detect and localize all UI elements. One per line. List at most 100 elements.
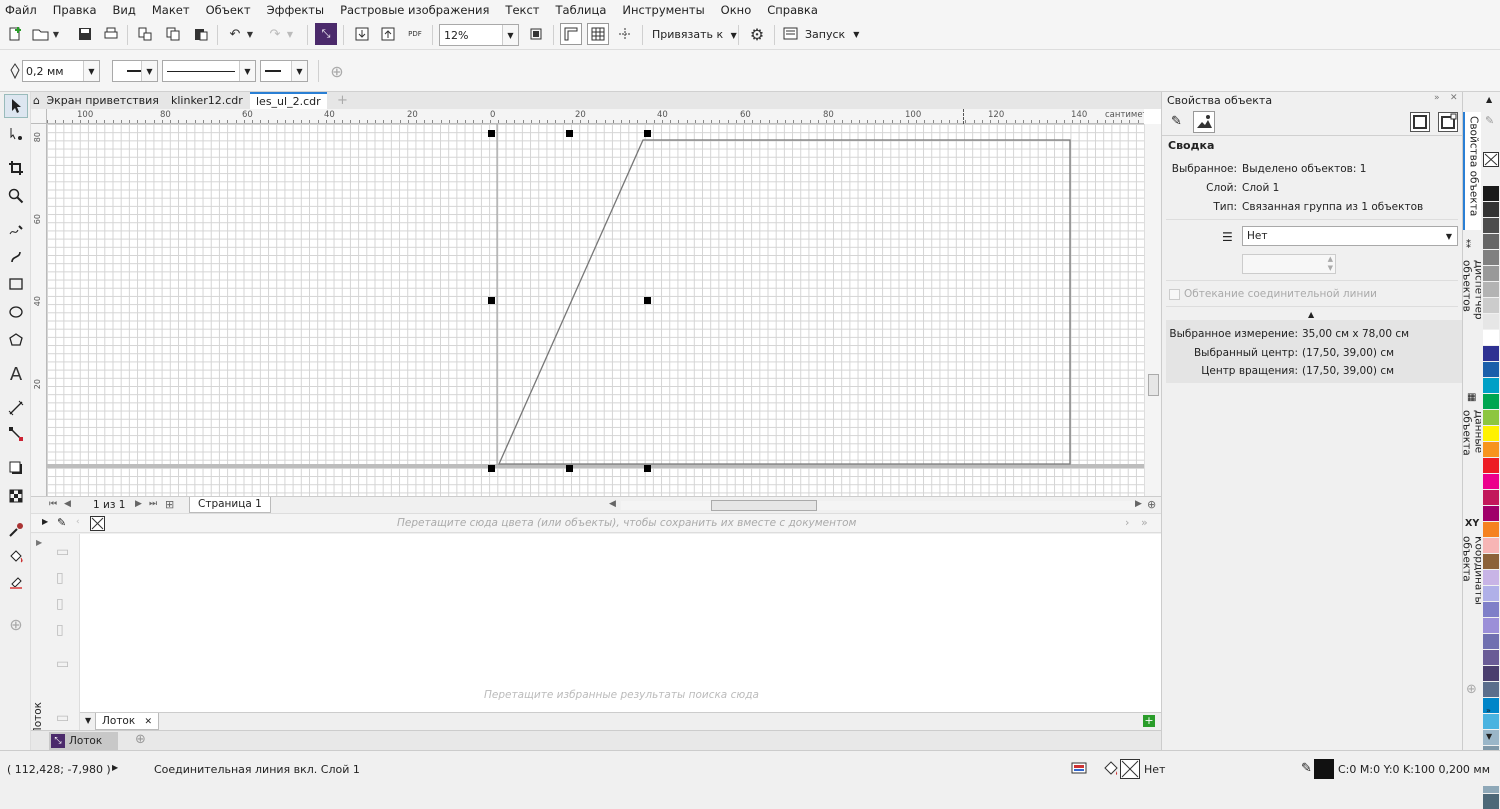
tray-docker-tab[interactable]: ⤡ Лоток xyxy=(49,732,118,750)
export-icon[interactable] xyxy=(377,23,399,45)
undo-icon[interactable]: ↶ xyxy=(224,23,246,45)
chevron-down-icon[interactable]: ▼ xyxy=(1441,227,1457,245)
palette-scroll-up-icon[interactable]: ▲ xyxy=(1486,95,1492,104)
menu-item[interactable]: Таблица xyxy=(548,0,615,20)
color-swatch[interactable] xyxy=(1483,346,1499,361)
tray-open-folder-icon[interactable]: ▭ xyxy=(56,544,69,560)
color-swatch[interactable] xyxy=(1483,314,1499,329)
first-page-icon[interactable]: ⏮ xyxy=(49,499,57,509)
color-swatch[interactable] xyxy=(1483,794,1499,809)
color-swatch[interactable] xyxy=(1483,202,1499,217)
zoom-level-combo[interactable]: 12% ▼ xyxy=(439,24,519,46)
launch-button[interactable]: Запуск ▼ xyxy=(783,27,859,41)
color-swatch[interactable] xyxy=(1483,522,1499,537)
vertical-ruler[interactable]: 80 60 40 20 xyxy=(31,124,47,496)
canvas-grid[interactable] xyxy=(47,124,1144,496)
menu-item[interactable]: Правка xyxy=(45,0,105,20)
side-tab-object-data[interactable]: Данные объекта xyxy=(1461,406,1485,500)
add-tool-icon[interactable]: ⊕ xyxy=(4,612,28,636)
menu-item[interactable]: Макет xyxy=(144,0,198,20)
color-swatch[interactable] xyxy=(1483,714,1499,729)
color-swatch[interactable] xyxy=(1483,266,1499,281)
eyedropper-icon[interactable]: ✎ xyxy=(57,516,66,529)
drop-shadow-tool-icon[interactable] xyxy=(4,456,28,480)
palette-scroll-left-icon[interactable]: ‹ xyxy=(76,517,80,527)
eyedropper-tool-icon[interactable] xyxy=(4,518,28,542)
color-swatch[interactable] xyxy=(1483,362,1499,377)
tab-welcome-screen[interactable]: ⌂ Экран приветствия xyxy=(31,92,165,109)
horizontal-scroll-thumb[interactable] xyxy=(711,500,817,511)
rectangle-tool-icon[interactable] xyxy=(4,272,28,296)
close-icon[interactable]: ✕ xyxy=(145,717,153,727)
freehand-tool-icon[interactable] xyxy=(4,218,28,242)
scroll-right-icon[interactable]: ▶ xyxy=(1135,499,1142,509)
corel-connect-icon[interactable]: ⤡ xyxy=(315,23,337,45)
menu-item[interactable]: Справка xyxy=(759,0,826,20)
docker-collapse-icon[interactable]: » xyxy=(1434,93,1440,103)
color-swatch[interactable] xyxy=(1483,218,1499,233)
text-wrap-dropdown[interactable]: Нет ▼ xyxy=(1242,226,1458,246)
tray-tab[interactable]: Лоток ✕ xyxy=(95,713,160,730)
color-swatch[interactable] xyxy=(1483,410,1499,425)
wrap-offset-spinner[interactable]: ▲ ▼ xyxy=(1242,254,1336,274)
color-swatch[interactable] xyxy=(1483,282,1499,297)
open-document-icon[interactable] xyxy=(30,23,52,45)
chevron-down-icon[interactable]: ▼ xyxy=(141,61,157,81)
color-swatch[interactable] xyxy=(1483,394,1499,409)
palette-menu-icon[interactable]: ▶ xyxy=(42,517,48,526)
dimension-tool-icon[interactable] xyxy=(4,396,28,420)
last-page-icon[interactable]: ⏭ xyxy=(149,499,157,509)
color-swatch[interactable] xyxy=(1483,250,1499,265)
color-swatch[interactable] xyxy=(1483,458,1499,473)
side-tab-object-properties[interactable]: Свойства объекта xyxy=(1463,112,1482,230)
show-rulers-icon[interactable] xyxy=(560,23,582,45)
color-swatch[interactable] xyxy=(1483,186,1499,201)
start-arrowhead-combo[interactable]: ▼ xyxy=(112,60,158,82)
color-swatch[interactable] xyxy=(1483,490,1499,505)
cut-icon[interactable] xyxy=(134,23,156,45)
color-swatch[interactable] xyxy=(1483,570,1499,585)
palette-expand-icon[interactable]: » xyxy=(1141,516,1148,529)
menu-item[interactable]: Объект xyxy=(198,0,259,20)
publish-pdf-icon[interactable]: PDF xyxy=(404,23,426,45)
print-icon[interactable] xyxy=(100,23,122,45)
color-swatch[interactable] xyxy=(1483,618,1499,633)
save-icon[interactable] xyxy=(74,23,96,45)
copy-icon[interactable] xyxy=(162,23,184,45)
redo-icon[interactable]: ↷ xyxy=(264,23,286,45)
menu-item[interactable]: Инструменты xyxy=(614,0,712,20)
tab-klinker12[interactable]: klinker12.cdr xyxy=(165,92,249,109)
import-icon[interactable] xyxy=(351,23,373,45)
add-tab-icon[interactable]: + xyxy=(331,92,354,109)
chevron-down-icon[interactable]: ▼ xyxy=(291,61,307,81)
horizontal-scrollbar[interactable] xyxy=(621,500,1141,511)
tray-new-tray-icon[interactable]: ▯ xyxy=(56,570,64,586)
text-tool-icon[interactable]: A xyxy=(4,362,28,386)
tray-settings-icon[interactable]: ▭ xyxy=(56,710,69,726)
color-swatch[interactable] xyxy=(1483,538,1499,553)
outline-pen-icon[interactable]: ✎ xyxy=(1171,114,1182,129)
line-style-combo[interactable]: ▼ xyxy=(162,60,256,82)
palette-scroll-right-icon[interactable]: › xyxy=(1125,516,1129,529)
page-tab[interactable]: Страница 1 xyxy=(189,497,271,513)
pick-tool-icon[interactable] xyxy=(4,94,28,118)
document-color-settings-icon[interactable] xyxy=(1071,761,1087,777)
smart-fill-icon[interactable] xyxy=(4,570,28,594)
spin-down-icon[interactable]: ▼ xyxy=(1328,264,1333,272)
outline-color-swatch[interactable] xyxy=(1314,759,1334,779)
color-swatch[interactable] xyxy=(1483,586,1499,601)
fill-color-swatch[interactable] xyxy=(1120,759,1140,779)
palette-eyedropper-icon[interactable]: ✎ xyxy=(1485,114,1494,127)
vertical-scrollbar[interactable] xyxy=(1144,124,1161,496)
add-tray-icon[interactable]: + xyxy=(1143,715,1155,727)
open-dropdown-icon[interactable]: ▼ xyxy=(50,23,62,45)
palette-scroll-down-icon[interactable]: ▼ xyxy=(1486,732,1492,741)
chevron-down-icon[interactable]: ▼ xyxy=(239,61,255,81)
add-page-icon[interactable]: ⊞ xyxy=(165,498,174,511)
color-swatch[interactable] xyxy=(1483,426,1499,441)
tray-move-icon[interactable]: ▯ xyxy=(56,622,64,638)
transparency-tool-icon[interactable] xyxy=(4,484,28,508)
tray-copy-icon[interactable]: ▯ xyxy=(56,596,64,612)
artistic-media-icon[interactable] xyxy=(4,244,28,268)
palette-expand-icon[interactable]: » xyxy=(1486,706,1491,715)
